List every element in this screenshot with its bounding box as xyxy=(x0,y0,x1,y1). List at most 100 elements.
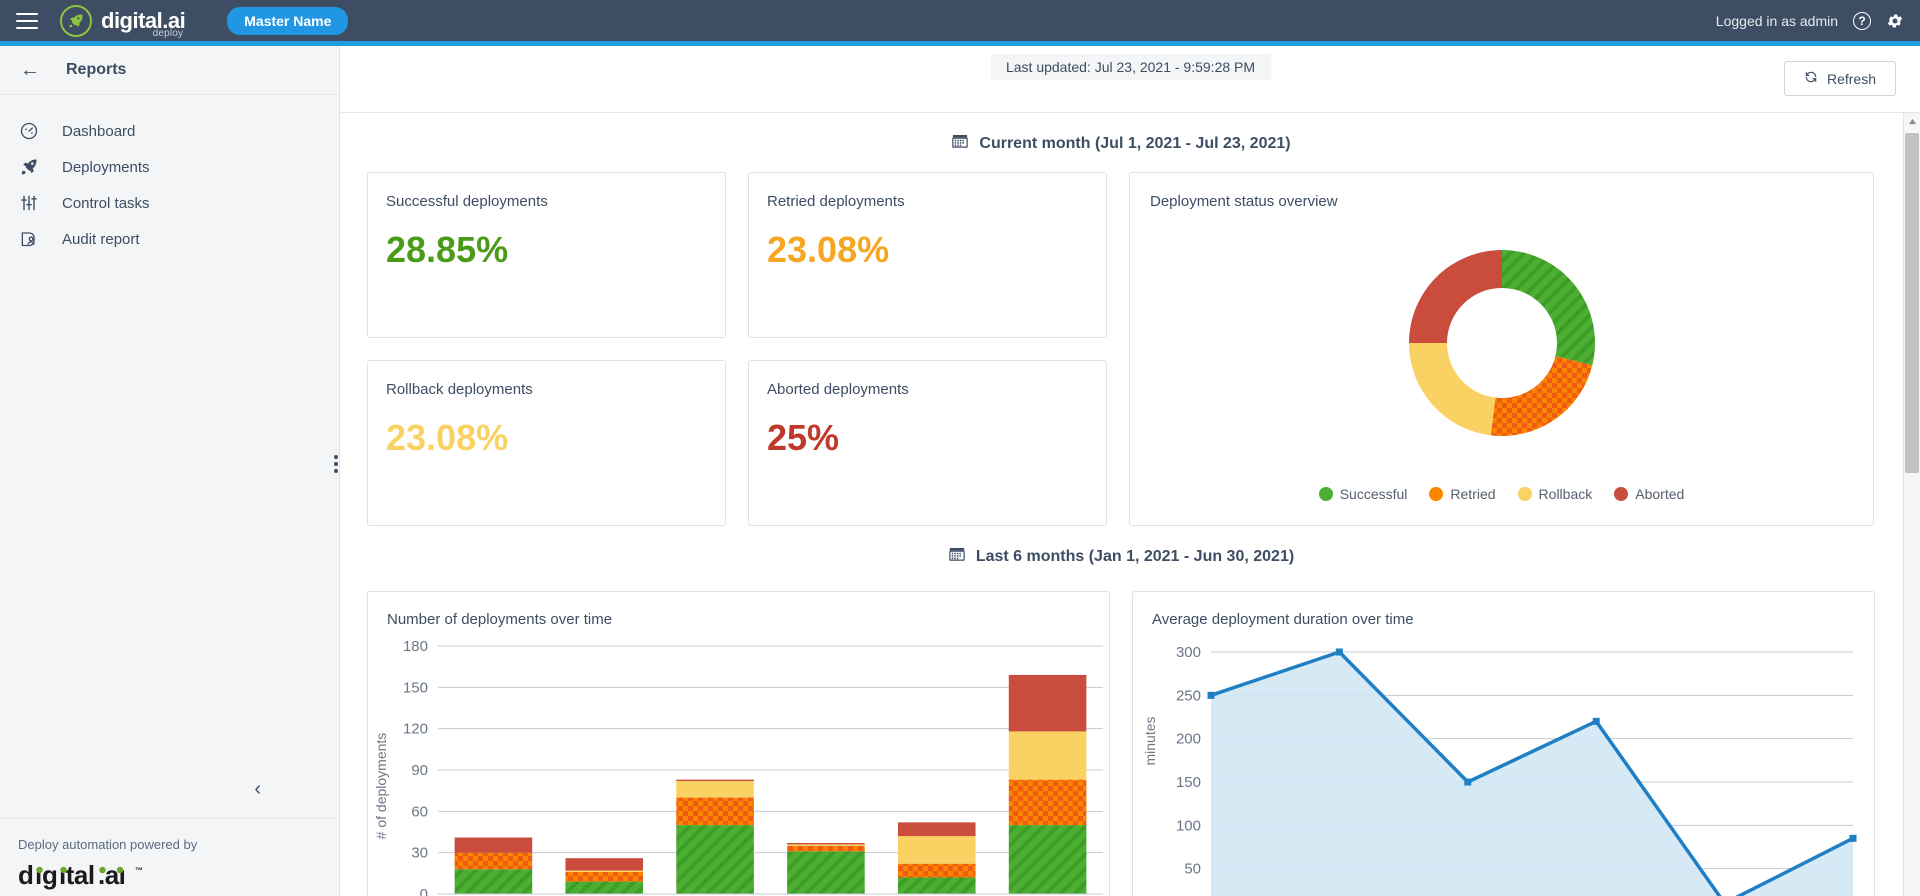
chevron-left-icon[interactable]: ‹ xyxy=(254,779,261,799)
y-tick-label: 250 xyxy=(1176,687,1201,704)
bar-segment-aborted[interactable] xyxy=(565,858,644,871)
legend-label: Successful xyxy=(1339,486,1408,502)
line-chart: minutes 50 100 150 200 250 300 xyxy=(1133,636,1878,896)
kpi-column: Successful deployments 28.85% Retried de… xyxy=(367,172,1107,526)
main-panel: Last updated: Jul 23, 2021 - 9:59:28 PM … xyxy=(341,46,1920,896)
data-point-marker[interactable] xyxy=(1335,648,1343,656)
rocket-icon xyxy=(18,156,40,178)
audit-shield-icon xyxy=(18,228,40,250)
bar-segment-successful[interactable] xyxy=(676,825,754,894)
current-month-grid: Successful deployments 28.85% Retried de… xyxy=(367,172,1875,526)
gear-icon[interactable] xyxy=(1886,12,1904,30)
y-tick-label: 50 xyxy=(1184,861,1201,878)
bar-segment-retried[interactable] xyxy=(565,871,644,882)
kpi-card-aborted: Aborted deployments 25% xyxy=(748,360,1107,526)
section-header-current-month: Current month (Jul 1, 2021 - Jul 23, 202… xyxy=(367,113,1875,172)
section-title: Last 6 months (Jan 1, 2021 - Jun 30, 202… xyxy=(975,547,1295,565)
sidebar-header: ← Reports xyxy=(0,46,339,95)
bar-segment-aborted[interactable] xyxy=(454,837,533,853)
bar-segment-rollback[interactable] xyxy=(897,836,976,864)
legend-item-retried[interactable]: Retried xyxy=(1429,486,1496,502)
bar-segment-rollback[interactable] xyxy=(565,870,644,872)
section-title: Current month (Jul 1, 2021 - Jul 23, 202… xyxy=(979,134,1291,152)
bar-segment-retried[interactable] xyxy=(787,845,865,852)
sidebar-item-audit-report[interactable]: Audit report xyxy=(0,221,339,257)
bar-segment-retried[interactable] xyxy=(676,797,754,826)
donut-legend: Successful Retried Rollback Aborted xyxy=(1130,486,1873,502)
legend-swatch xyxy=(1429,487,1444,501)
app-root: digital.ai deploy Master Name Logged in … xyxy=(0,0,1920,896)
calendar-icon xyxy=(951,132,969,155)
svg-text:™: ™ xyxy=(135,866,143,875)
footer-text: Deploy automation powered by xyxy=(18,837,198,852)
kpi-title: Successful deployments xyxy=(386,193,548,210)
svg-text:d: d xyxy=(18,860,33,890)
sidebar-resize-handle[interactable] xyxy=(334,455,338,473)
sidebar-title: Reports xyxy=(66,61,127,78)
legend-label: Retried xyxy=(1450,486,1496,502)
scrollbar-thumb[interactable] xyxy=(1905,133,1919,473)
bar-segment-successful[interactable] xyxy=(1008,825,1087,894)
bar-segment-retried[interactable] xyxy=(1008,779,1087,826)
bar-segment-successful[interactable] xyxy=(454,869,533,894)
data-point-marker[interactable] xyxy=(1464,778,1472,786)
y-tick-label: 60 xyxy=(411,803,428,820)
help-icon[interactable]: ? xyxy=(1853,11,1871,30)
bar-segment-rollback[interactable] xyxy=(1008,731,1087,780)
rocket-badge-icon xyxy=(60,4,92,37)
kpi-value: 25% xyxy=(767,417,840,458)
bar-segment-aborted[interactable] xyxy=(676,779,754,782)
sidebar-item-dashboard[interactable]: Dashboard xyxy=(0,113,339,149)
back-arrow-icon[interactable]: ← xyxy=(20,60,40,80)
sidebar: ← Reports Dashboard Deployments Control … xyxy=(0,46,340,896)
bar-segment-retried[interactable] xyxy=(897,863,976,878)
kpi-title: Aborted deployments xyxy=(767,381,909,398)
y-axis-label: minutes xyxy=(1142,716,1158,765)
gauge-icon xyxy=(18,120,40,142)
refresh-button[interactable]: Refresh xyxy=(1783,61,1896,96)
bar-segment-retried[interactable] xyxy=(454,852,533,870)
sidebar-item-label: Deployments xyxy=(62,158,150,176)
donut-slice-successful[interactable] xyxy=(1501,250,1595,366)
number-of-deployments-card: Number of deployments over time # of dep… xyxy=(367,591,1110,896)
scroll-area: Current month (Jul 1, 2021 - Jul 23, 202… xyxy=(341,113,1920,896)
bar-segment-rollback[interactable] xyxy=(787,844,865,846)
bar-segment-successful[interactable] xyxy=(897,877,976,894)
hamburger-menu-icon[interactable] xyxy=(16,12,38,29)
data-point-marker[interactable] xyxy=(1849,834,1857,842)
data-point-marker[interactable] xyxy=(1592,717,1600,725)
legend-item-aborted[interactable]: Aborted xyxy=(1614,486,1684,502)
bar-segment-aborted[interactable] xyxy=(897,822,976,837)
y-tick-label: 0 xyxy=(420,886,428,896)
sidebar-footer: Deploy automation powered by d ı g ıtal … xyxy=(0,819,339,896)
donut-slice-rollback[interactable] xyxy=(1408,342,1495,436)
bar-segment-aborted[interactable] xyxy=(1008,674,1087,732)
y-tick-label: 180 xyxy=(403,638,428,655)
vertical-scrollbar[interactable] xyxy=(1903,113,1920,896)
donut-slice-retried[interactable] xyxy=(1490,356,1592,436)
master-name-pill[interactable]: Master Name xyxy=(227,6,349,35)
main-toolbar: Last updated: Jul 23, 2021 - 9:59:28 PM … xyxy=(341,46,1920,113)
y-tick-label: 120 xyxy=(403,721,428,738)
legend-item-rollback[interactable]: Rollback xyxy=(1517,486,1592,502)
sidebar-item-label: Dashboard xyxy=(62,122,136,140)
sidebar-item-deployments[interactable]: Deployments xyxy=(0,149,339,185)
donut-slice-aborted[interactable] xyxy=(1408,250,1502,343)
bar-segment-successful[interactable] xyxy=(565,881,644,894)
sidebar-item-control-tasks[interactable]: Control tasks xyxy=(0,185,339,221)
footer-logo: d ı g ıtal .aı ™ xyxy=(18,860,339,896)
section-header-last-6-months: Last 6 months (Jan 1, 2021 - Jun 30, 202… xyxy=(367,526,1875,585)
brand-subtitle: deploy xyxy=(152,27,184,39)
legend-item-successful[interactable]: Successful xyxy=(1318,486,1408,502)
legend-swatch xyxy=(1318,487,1333,501)
logged-in-label: Logged in as admin xyxy=(1715,12,1838,29)
bar-segment-successful[interactable] xyxy=(787,851,865,894)
bar-segment-rollback[interactable] xyxy=(676,781,754,798)
bar-segment-aborted[interactable] xyxy=(787,843,865,845)
sliders-icon xyxy=(18,192,40,214)
average-duration-card: Average deployment duration over time mi… xyxy=(1132,591,1875,896)
data-point-marker[interactable] xyxy=(1207,691,1215,699)
last-updated-label: Last updated: Jul 23, 2021 - 9:59:28 PM xyxy=(989,54,1272,80)
y-tick-label: 100 xyxy=(1176,817,1201,834)
scroll-up-arrow-icon[interactable] xyxy=(1904,113,1920,130)
